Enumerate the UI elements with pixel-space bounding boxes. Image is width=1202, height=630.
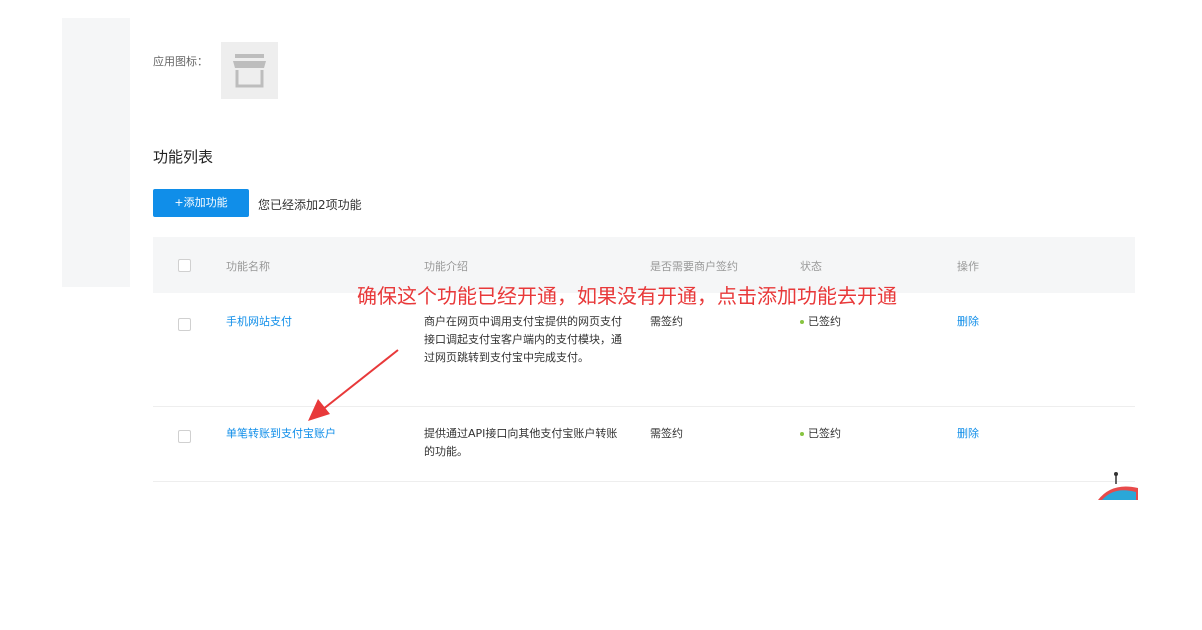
annotation-arrow-icon — [308, 349, 399, 421]
floating-assistant-icon[interactable] — [1098, 470, 1138, 500]
